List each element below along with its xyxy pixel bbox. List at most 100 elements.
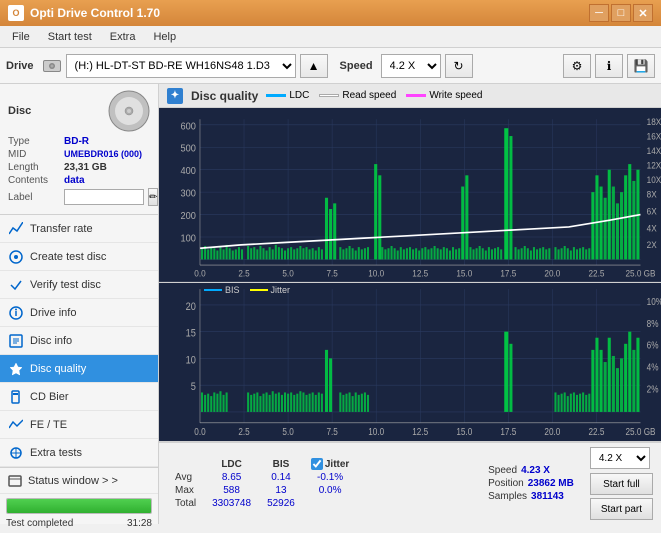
progress-bar-fill	[7, 499, 151, 513]
type-label: Type	[8, 136, 60, 147]
sidebar-item-transfer-rate[interactable]: Transfer rate	[0, 215, 158, 243]
svg-text:12.5: 12.5	[412, 268, 428, 278]
start-part-button[interactable]: Start part	[590, 498, 653, 520]
avg-ldc: 8.65	[204, 471, 259, 484]
titlebar-left: O Opti Drive Control 1.70	[8, 5, 160, 21]
svg-text:2%: 2%	[647, 384, 659, 395]
status-text-row: Test completed 31:28	[0, 518, 158, 533]
bis-chart-svg: 20 15 10 5 10% 8% 6% 4% 2% 0.0 2.5 5.0 7…	[159, 283, 661, 441]
close-button[interactable]: ✕	[633, 4, 653, 22]
app-icon: O	[8, 5, 24, 21]
max-bis: 13	[259, 484, 303, 497]
jitter-checkbox-label[interactable]: Jitter	[311, 458, 349, 470]
fe-te-icon	[8, 417, 24, 433]
avg-label: Avg	[167, 471, 204, 484]
sidebar-item-fe-te[interactable]: FE / TE	[0, 411, 158, 439]
disc-panel-title: Disc	[8, 105, 31, 117]
stats-speed-select[interactable]: 4.2 X	[590, 447, 650, 469]
refresh-button[interactable]: ↻	[445, 54, 473, 78]
col-bis-header: BIS	[259, 457, 303, 471]
menu-file[interactable]: File	[4, 29, 38, 45]
svg-text:18X: 18X	[647, 116, 661, 126]
col-ldc-header: LDC	[204, 457, 259, 471]
svg-text:10.0: 10.0	[368, 426, 384, 437]
total-label: Total	[167, 497, 204, 510]
minimize-button[interactable]: ─	[589, 4, 609, 22]
titlebar: O Opti Drive Control 1.70 ─ □ ✕	[0, 0, 661, 26]
avg-row: Avg 8.65 0.14 -0.1%	[167, 471, 357, 484]
mid-label: MID	[8, 149, 60, 160]
svg-text:20: 20	[186, 301, 197, 313]
menu-help[interactable]: Help	[145, 29, 184, 45]
speed-info-samples: Samples 381143	[488, 491, 574, 502]
chart-legend: LDC Read speed Write speed	[266, 90, 482, 101]
speed-label: Speed	[488, 465, 517, 476]
save-button[interactable]: 💾	[627, 54, 655, 78]
svg-text:5: 5	[191, 381, 196, 393]
disc-quality-icon	[8, 361, 24, 377]
sidebar-item-verify-test-disc[interactable]: Verify test disc	[0, 271, 158, 299]
svg-text:400: 400	[181, 166, 196, 177]
eject-button[interactable]: ▲	[300, 54, 328, 78]
svg-text:10: 10	[186, 355, 197, 367]
legend-write: Write speed	[406, 90, 482, 101]
max-jitter: 0.0%	[303, 484, 357, 497]
total-bis: 52926	[259, 497, 303, 510]
nav-items: Transfer rate Create test disc Verify te…	[0, 215, 158, 467]
disc-label-input[interactable]	[64, 189, 144, 205]
start-full-button[interactable]: Start full	[590, 473, 653, 495]
legend-read: Read speed	[319, 90, 396, 101]
length-label: Length	[8, 162, 60, 173]
sidebar-item-cd-bier[interactable]: CD Bier	[0, 383, 158, 411]
speed-info-speed: Speed 4.23 X	[488, 465, 574, 476]
status-window-icon	[8, 474, 22, 488]
titlebar-controls: ─ □ ✕	[589, 4, 653, 22]
speed-info-position: Position 23862 MB	[488, 478, 574, 489]
speed-select[interactable]: 4.2 X	[381, 54, 441, 78]
sidebar-item-disc-info[interactable]: Disc info	[0, 327, 158, 355]
speed-label: Speed	[340, 60, 373, 72]
svg-text:12X: 12X	[647, 160, 661, 170]
status-window-button[interactable]: Status window > >	[0, 468, 158, 494]
speed-value: 4.23 X	[521, 465, 550, 476]
avg-jitter: -0.1%	[303, 471, 357, 484]
settings-button[interactable]: ⚙	[563, 54, 591, 78]
sidebar-item-create-test-disc[interactable]: Create test disc	[0, 243, 158, 271]
svg-text:8X: 8X	[647, 189, 657, 199]
drive-select[interactable]: (H:) HL-DT-ST BD-RE WH16NS48 1.D3	[66, 54, 296, 78]
mid-value: UMEBDR016 (000)	[64, 149, 142, 159]
app-title: Opti Drive Control 1.70	[30, 6, 160, 20]
bis-legend-line	[204, 289, 222, 291]
chart-header: ✦ Disc quality LDC Read speed Write spee…	[159, 84, 661, 108]
info-button[interactable]: ℹ	[595, 54, 623, 78]
disc-graphic	[108, 90, 150, 132]
progress-bar	[6, 498, 152, 514]
svg-text:20.0: 20.0	[544, 268, 560, 278]
svg-text:2.5: 2.5	[238, 426, 249, 437]
extra-tests-icon	[8, 445, 24, 461]
svg-text:10X: 10X	[647, 175, 661, 185]
maximize-button[interactable]: □	[611, 4, 631, 22]
jitter-checkbox[interactable]	[311, 458, 323, 470]
chart-icon: ✦	[167, 88, 183, 104]
menu-extra[interactable]: Extra	[102, 29, 144, 45]
bottom-chart: BIS Jitter	[159, 283, 661, 442]
type-value: BD-R	[64, 136, 89, 147]
sidebar-item-extra-tests[interactable]: Extra tests	[0, 439, 158, 467]
speed-select-area: 4.2 X Start full Start part	[590, 447, 653, 520]
menu-start-test[interactable]: Start test	[40, 29, 100, 45]
drive-info-icon	[8, 305, 24, 321]
svg-text:15.0: 15.0	[456, 426, 472, 437]
label-edit-button[interactable]: ✏	[148, 188, 158, 206]
speed-info: Speed 4.23 X Position 23862 MB Samples 3…	[488, 465, 574, 502]
max-row: Max 588 13 0.0%	[167, 484, 357, 497]
svg-text:100: 100	[181, 233, 196, 244]
total-jitter	[303, 497, 357, 510]
drive-label: Drive	[6, 60, 34, 72]
sidebar-item-drive-info[interactable]: Drive info	[0, 299, 158, 327]
max-ldc: 588	[204, 484, 259, 497]
svg-text:7.5: 7.5	[326, 426, 337, 437]
svg-text:10.0: 10.0	[368, 268, 384, 278]
sidebar-item-disc-quality[interactable]: Disc quality	[0, 355, 158, 383]
create-test-disc-icon	[8, 249, 24, 265]
